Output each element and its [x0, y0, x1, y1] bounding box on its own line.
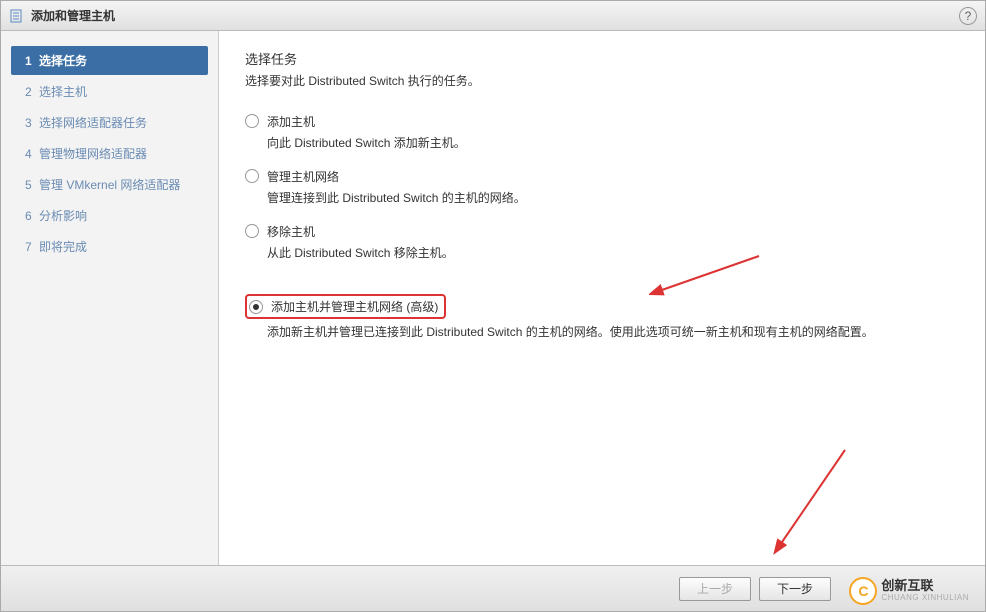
logo-text-cn: 创新互联: [881, 579, 969, 593]
page-subtitle: 选择要对此 Distributed Switch 执行的任务。: [245, 72, 959, 89]
radio-add-hosts[interactable]: [245, 114, 259, 128]
dialog-icon: [9, 8, 25, 24]
footer: 上一步 下一步: [1, 565, 985, 611]
radio-remove-hosts[interactable]: [245, 224, 259, 238]
dialog-body: 1 选择任务 2 选择主机 3 选择网络适配器任务 4 管理物理网络适配器 5 …: [1, 31, 985, 565]
step-select-task[interactable]: 1 选择任务: [11, 46, 208, 75]
step-select-hosts[interactable]: 2 选择主机: [11, 77, 208, 106]
radio-add-and-manage[interactable]: [249, 300, 263, 314]
option-desc: 从此 Distributed Switch 移除主机。: [267, 244, 907, 262]
dialog-title: 添加和管理主机: [31, 7, 959, 24]
option-label: 添加主机并管理主机网络 (高级): [271, 298, 438, 315]
option-add-and-manage: 添加主机并管理主机网络 (高级) 添加新主机并管理已连接到此 Distribut…: [245, 294, 959, 341]
option-add-hosts: 添加主机 向此 Distributed Switch 添加新主机。: [245, 113, 959, 152]
main-panel: 选择任务 选择要对此 Distributed Switch 执行的任务。 添加主…: [219, 31, 985, 565]
wizard-dialog: 添加和管理主机 ? 1 选择任务 2 选择主机 3 选择网络适配器任务 4 管理…: [0, 0, 986, 612]
step-ready-complete[interactable]: 7 即将完成: [11, 232, 208, 261]
highlight-box: 添加主机并管理主机网络 (高级): [245, 294, 446, 319]
page-title: 选择任务: [245, 49, 959, 68]
back-button[interactable]: 上一步: [679, 577, 751, 601]
option-desc: 添加新主机并管理已连接到此 Distributed Switch 的主机的网络。…: [267, 323, 907, 341]
radio-manage-networking[interactable]: [245, 169, 259, 183]
option-label: 添加主机: [267, 113, 315, 130]
option-label: 移除主机: [267, 223, 315, 240]
step-analyze-impact[interactable]: 6 分析影响: [11, 201, 208, 230]
option-desc: 管理连接到此 Distributed Switch 的主机的网络。: [267, 189, 907, 207]
logo-text-en: CHUANG XINHULIAN: [881, 594, 969, 603]
wizard-sidebar: 1 选择任务 2 选择主机 3 选择网络适配器任务 4 管理物理网络适配器 5 …: [1, 31, 219, 565]
option-desc: 向此 Distributed Switch 添加新主机。: [267, 134, 907, 152]
next-button[interactable]: 下一步: [759, 577, 831, 601]
step-select-adapter-tasks[interactable]: 3 选择网络适配器任务: [11, 108, 208, 137]
titlebar: 添加和管理主机 ?: [1, 1, 985, 31]
step-manage-vmkernel[interactable]: 5 管理 VMkernel 网络适配器: [11, 170, 208, 199]
step-manage-physical[interactable]: 4 管理物理网络适配器: [11, 139, 208, 168]
option-label: 管理主机网络: [267, 168, 339, 185]
option-remove-hosts: 移除主机 从此 Distributed Switch 移除主机。: [245, 223, 959, 262]
task-options: 添加主机 向此 Distributed Switch 添加新主机。 管理主机网络…: [245, 113, 959, 341]
help-icon[interactable]: ?: [959, 7, 977, 25]
logo-mark-icon: C: [849, 577, 877, 605]
watermark-logo: C 创新互联 CHUANG XINHULIAN: [849, 577, 969, 605]
option-manage-networking: 管理主机网络 管理连接到此 Distributed Switch 的主机的网络。: [245, 168, 959, 207]
annotation-arrow-next: [765, 445, 855, 555]
